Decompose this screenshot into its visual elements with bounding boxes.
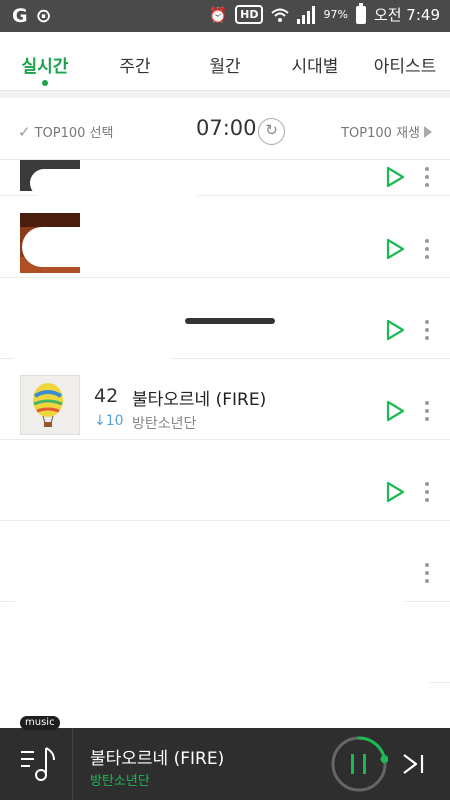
pause-icon-bar bbox=[363, 754, 366, 774]
playback-progress-dot bbox=[380, 755, 388, 764]
status-left: G ⊙ bbox=[12, 5, 52, 27]
tab-monthly[interactable]: 월간 bbox=[180, 32, 270, 90]
chart-time: 07:00 bbox=[196, 116, 257, 140]
album-art bbox=[20, 375, 80, 435]
tab-artist[interactable]: 아티스트 bbox=[360, 32, 450, 90]
playlist-menu-icon[interactable] bbox=[18, 742, 60, 784]
play-icon[interactable] bbox=[384, 319, 406, 341]
more-icon[interactable] bbox=[424, 239, 430, 259]
now-playing-artist[interactable]: 방탄소년단 bbox=[90, 770, 150, 789]
more-icon[interactable] bbox=[424, 482, 430, 502]
redaction-mark bbox=[10, 539, 410, 609]
list-item[interactable] bbox=[0, 440, 450, 521]
more-icon[interactable] bbox=[424, 401, 430, 421]
play-icon[interactable] bbox=[384, 400, 406, 422]
tabs-divider bbox=[0, 90, 450, 98]
wifi-icon bbox=[271, 8, 290, 22]
active-tab-indicator bbox=[42, 80, 48, 86]
tab-realtime-label: 실시간 bbox=[21, 57, 69, 77]
notification-circle-icon: ⊙ bbox=[35, 5, 52, 27]
pause-button[interactable] bbox=[330, 735, 388, 793]
top100-play-button[interactable]: TOP100 재생 bbox=[341, 122, 432, 141]
player-divider bbox=[72, 728, 73, 800]
more-icon[interactable] bbox=[424, 167, 430, 187]
redaction-mark bbox=[0, 298, 185, 360]
song-artist[interactable]: 방탄소년단 bbox=[132, 413, 196, 433]
next-track-icon[interactable] bbox=[400, 752, 428, 776]
tab-realtime[interactable]: 실시간 bbox=[0, 32, 90, 90]
signal-icon bbox=[297, 5, 316, 24]
play-icon[interactable] bbox=[384, 481, 406, 503]
music-source-tag: music bbox=[20, 716, 60, 730]
status-clock: 오전 7:49 bbox=[373, 6, 440, 24]
redaction-mark bbox=[6, 462, 356, 506]
battery-icon bbox=[355, 2, 366, 24]
tab-weekly-label: 주간 bbox=[119, 57, 151, 77]
redaction-stroke bbox=[185, 318, 275, 324]
list-item[interactable] bbox=[0, 278, 450, 360]
tab-era-label: 시대별 bbox=[291, 57, 339, 77]
list-item[interactable] bbox=[0, 197, 450, 278]
more-icon[interactable] bbox=[424, 563, 430, 583]
carrier-g-icon: G bbox=[12, 5, 28, 27]
chart-toolbar: ✓ TOP100 선택 07:00 ↻ TOP100 재생 bbox=[0, 98, 450, 160]
more-icon[interactable] bbox=[424, 320, 430, 340]
chart-tabs: 실시간 주간 월간 시대별 아티스트 bbox=[0, 32, 450, 90]
list-item[interactable] bbox=[0, 160, 450, 197]
status-right: ⏰ HD 97% 오전 7:49 bbox=[208, 2, 440, 25]
play-icon[interactable] bbox=[384, 238, 406, 260]
balloon-album-art bbox=[21, 376, 79, 434]
top100-select-label: TOP100 선택 bbox=[34, 126, 114, 141]
now-playing-title[interactable]: 불타오르네 (FIRE) bbox=[90, 744, 224, 769]
refresh-icon[interactable]: ↻ bbox=[258, 118, 285, 145]
check-icon: ✓ bbox=[18, 122, 31, 141]
hd-voice-icon: HD bbox=[235, 5, 264, 24]
alarm-icon: ⏰ bbox=[208, 5, 228, 24]
list-item[interactable] bbox=[0, 521, 450, 609]
play-icon[interactable] bbox=[384, 166, 406, 188]
tab-era[interactable]: 시대별 bbox=[270, 32, 360, 90]
pause-icon bbox=[351, 754, 354, 774]
tab-weekly[interactable]: 주간 bbox=[90, 32, 180, 90]
tab-artist-label: 아티스트 bbox=[373, 57, 437, 77]
list-item[interactable]: 42 ↓10 불타오르네 (FIRE) 방탄소년단 bbox=[0, 359, 450, 440]
list-item[interactable] bbox=[0, 602, 450, 717]
rank-number: 42 bbox=[94, 385, 119, 407]
song-title[interactable]: 불타오르네 (FIRE) bbox=[132, 385, 266, 410]
redaction-mark bbox=[22, 227, 217, 267]
tab-monthly-label: 월간 bbox=[209, 57, 241, 77]
rank-change: ↓10 bbox=[94, 413, 124, 429]
play-triangle-icon bbox=[424, 125, 432, 138]
battery-percent: 97% bbox=[323, 8, 348, 21]
top100-select-button[interactable]: ✓ TOP100 선택 bbox=[18, 122, 114, 142]
top100-play-label: TOP100 재생 bbox=[341, 126, 420, 141]
chart-list: 42 ↓10 불타오르네 (FIRE) 방탄소년단 bbox=[0, 160, 450, 717]
status-bar: G ⊙ ⏰ HD 97% 오전 7:49 bbox=[0, 0, 450, 32]
mini-player[interactable]: 불타오르네 (FIRE) 방탄소년단 bbox=[0, 728, 450, 800]
redaction-mark bbox=[30, 169, 205, 197]
playback-progress-ring bbox=[357, 736, 387, 761]
redaction-mark bbox=[0, 602, 430, 717]
